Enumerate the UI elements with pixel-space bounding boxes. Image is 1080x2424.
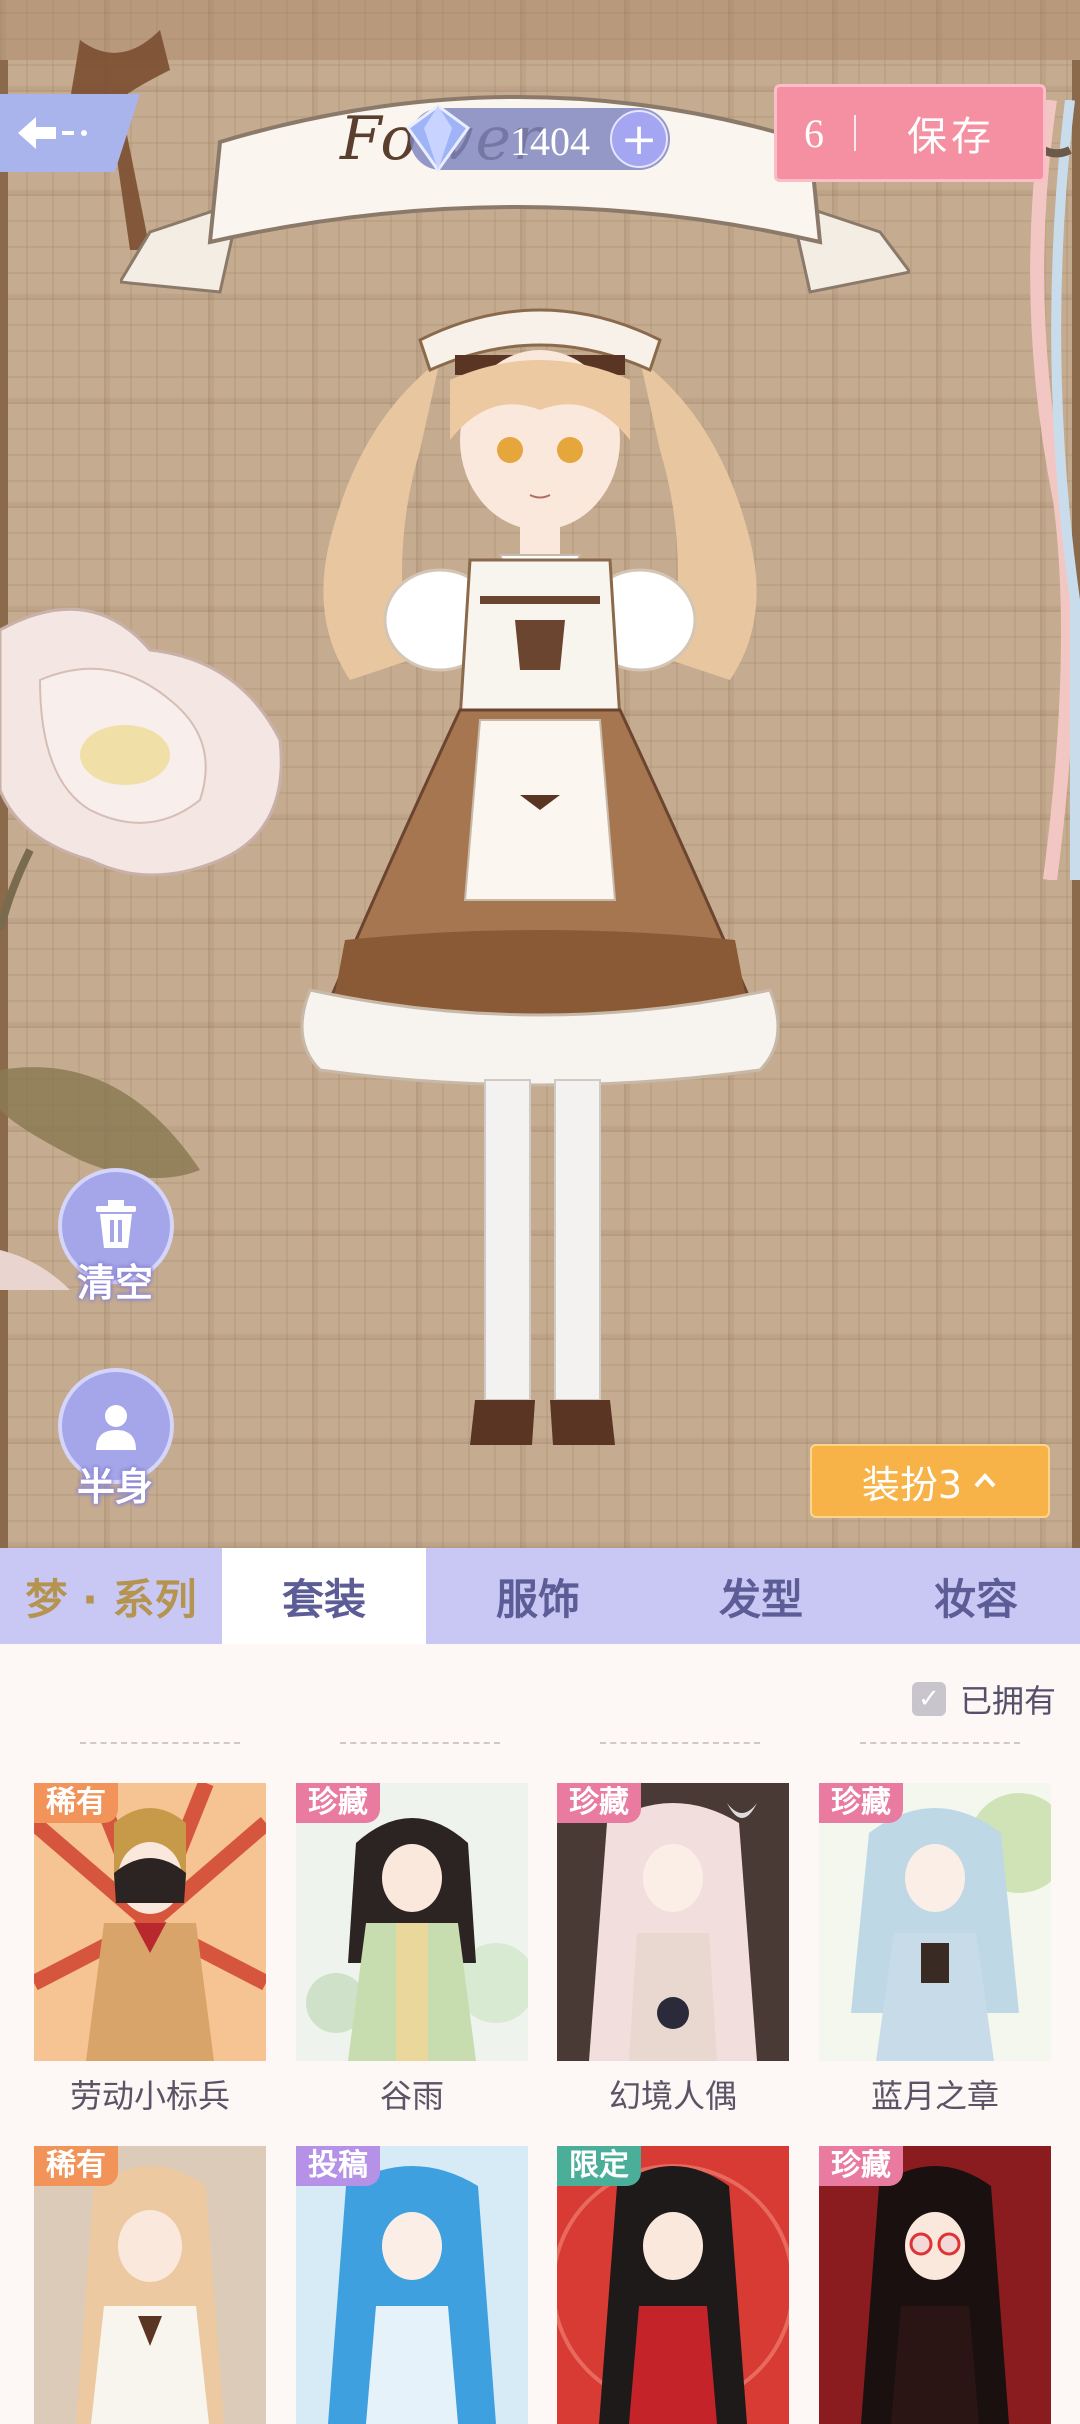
diamond-icon [405, 104, 471, 173]
save-button[interactable]: 6 保存 [774, 84, 1046, 182]
rarity-badge: 珍藏 [819, 1783, 903, 1823]
half-body-label: 半身 [76, 1465, 153, 1509]
item-thumbnail: 稀有 [34, 2146, 266, 2424]
rarity-badge: 珍藏 [557, 1783, 641, 1823]
item-card[interactable]: 珍藏 谷雨 [296, 1783, 528, 2117]
rarity-badge: 投稿 [296, 2146, 380, 2186]
item-thumbnail: 珍藏 [296, 1783, 528, 2061]
category-tab-bar: 梦 · 系列 套装 服饰 发型 妆容 [0, 1548, 1080, 1644]
owned-label: 已拥有 [960, 1682, 1057, 1720]
person-icon [96, 1405, 136, 1450]
ribbon-decoration [1027, 100, 1080, 880]
item-card[interactable]: 投稿 [296, 2146, 528, 2424]
owned-checkbox[interactable]: ✓ [912, 1682, 946, 1716]
item-card[interactable]: 稀有 劳动小标兵 [34, 1783, 266, 2117]
rarity-badge: 稀有 [34, 2146, 118, 2186]
clear-label: 清空 [76, 1261, 153, 1305]
item-thumbnail: 珍藏 [557, 1783, 789, 2061]
rarity-badge: 限定 [557, 2146, 641, 2186]
tab-suits[interactable]: 套装 [222, 1548, 426, 1644]
subcategory-row [0, 1736, 1080, 1756]
tab-clothing[interactable]: 服饰 [426, 1548, 650, 1644]
item-name: 谷雨 [379, 2077, 444, 2115]
outfit-slot-label: 装扮3 [861, 1462, 963, 1507]
save-label: 保存 [907, 114, 995, 160]
item-card[interactable]: 珍藏 蓝月之章 [819, 1783, 1051, 2117]
item-card[interactable]: 珍藏 幻境人偶 [557, 1783, 789, 2117]
item-thumbnail: 限定 [557, 2146, 789, 2424]
item-thumbnail: 稀有 [34, 1783, 266, 2061]
rarity-badge: 稀有 [34, 1783, 118, 1823]
item-thumbnail: 投稿 [296, 2146, 528, 2424]
owned-filter[interactable]: ✓ 已拥有 [912, 1676, 1056, 1722]
dressup-stage: Fo ver 1404 + 6 保存 [0, 0, 1080, 1548]
rarity-badge: 珍藏 [819, 2146, 903, 2186]
back-arrow-icon [18, 117, 87, 149]
save-count: 6 [804, 110, 824, 156]
rarity-badge: 珍藏 [296, 1783, 380, 1823]
tab-hairstyle[interactable]: 发型 [650, 1548, 872, 1644]
tab-dream-series[interactable]: 梦 · 系列 [0, 1548, 222, 1644]
item-thumbnail: 珍藏 [819, 2146, 1051, 2424]
flower-decoration [0, 607, 283, 930]
add-diamond-button[interactable]: + [610, 110, 668, 168]
chevron-up-icon [974, 1473, 996, 1488]
item-name: 幻境人偶 [608, 2077, 737, 2115]
character-avatar [300, 308, 780, 1445]
item-card[interactable]: 稀有 [34, 2146, 266, 2424]
diamond-amount: 1404 [510, 119, 590, 164]
item-card[interactable]: 限定 [557, 2146, 789, 2424]
item-name: 蓝月之章 [870, 2077, 999, 2115]
tab-makeup[interactable]: 妆容 [872, 1548, 1080, 1644]
item-name: 劳动小标兵 [69, 2077, 230, 2115]
diamond-currency: 1404 + [405, 104, 670, 173]
item-thumbnail: 珍藏 [819, 1783, 1051, 2061]
trash-icon [96, 1200, 136, 1248]
item-card[interactable]: 珍藏 [819, 2146, 1051, 2424]
outfit-slot-button[interactable]: 装扮3 [810, 1444, 1050, 1518]
